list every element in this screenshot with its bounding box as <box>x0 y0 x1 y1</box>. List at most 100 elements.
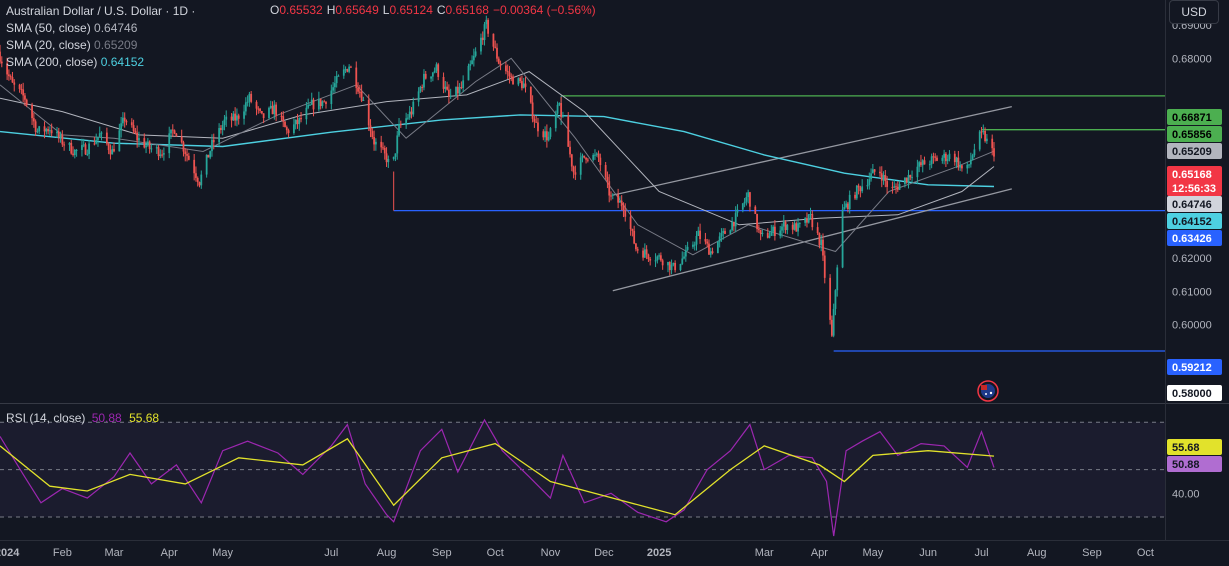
candle-body <box>32 118 35 122</box>
candle-body <box>59 134 62 138</box>
price-axis[interactable]: 0.690000.680000.620000.610000.6000040.00 <box>1172 20 1212 500</box>
candle-body <box>38 126 41 132</box>
candle-body <box>971 155 974 160</box>
candle-body <box>273 104 276 115</box>
candle-body <box>692 244 694 247</box>
candle-body <box>822 239 824 256</box>
candle-body <box>554 113 557 129</box>
candle-body <box>991 138 994 149</box>
candle-body <box>772 226 775 232</box>
candle-body <box>387 158 390 163</box>
indicator-legend[interactable]: SMA (50, close) 0.64746 SMA (20, close) 0… <box>6 20 144 71</box>
ohlc-value: −0.00364 (−0.56%) <box>492 3 596 17</box>
time-axis[interactable]: 2024 Feb Mar Apr May Jul Aug Sep Oct Nov Dec 2025 Ma… <box>0 547 1154 559</box>
candle-body <box>494 46 497 48</box>
candle-body <box>886 181 889 187</box>
candle-body <box>48 130 51 132</box>
candle-body <box>647 254 650 260</box>
candle-body <box>496 47 498 59</box>
candle-body <box>649 259 652 261</box>
candle-body <box>729 230 732 234</box>
price-tick-label: 0.62000 <box>1172 253 1212 265</box>
candle-body <box>829 277 832 320</box>
candle-body <box>759 229 762 235</box>
candle-body <box>150 148 153 150</box>
candle-body <box>695 236 698 245</box>
candle-body <box>405 118 408 126</box>
candle-body <box>447 89 450 97</box>
candle-body <box>873 169 876 172</box>
candle-body <box>100 132 103 134</box>
candle-body <box>522 83 525 89</box>
candle-body <box>196 177 199 183</box>
candle-body <box>120 123 123 131</box>
candle-body <box>497 58 500 64</box>
indicator-legend-row[interactable]: SMA (20, close) 0.65209 <box>6 37 144 54</box>
candle-body <box>969 159 972 165</box>
candle-body <box>642 250 644 258</box>
candle-body <box>659 255 662 261</box>
candle-body <box>834 290 837 309</box>
symbol-legend[interactable]: Australian Dollar / U.S. Dollar · 1D · <box>6 3 265 20</box>
candle-body <box>859 187 862 192</box>
candle-body <box>661 260 664 266</box>
candle-body <box>879 171 881 174</box>
candle-body <box>806 218 808 223</box>
candle-body <box>57 131 60 138</box>
candle-body <box>770 231 773 236</box>
candle-body <box>433 70 436 73</box>
candle-body <box>968 164 970 166</box>
candle-body <box>483 24 486 41</box>
currency-button[interactable]: USD <box>1169 0 1219 24</box>
candle-body <box>517 78 520 85</box>
indicator-legend-row[interactable]: SMA (50, close) 0.64746 <box>6 20 144 37</box>
candle-body <box>371 131 374 138</box>
indicator-legend-row[interactable]: SMA (200, close) 0.64152 <box>6 54 144 71</box>
candle-body <box>449 95 452 97</box>
candle-body <box>545 131 548 141</box>
australia-flag-icon[interactable] <box>977 380 999 402</box>
candle-body <box>348 66 351 72</box>
candle-body <box>323 101 326 103</box>
candle-body <box>9 76 12 78</box>
candle-body <box>134 131 137 133</box>
candle-body <box>768 235 771 238</box>
candle-body <box>674 262 677 271</box>
candle-body <box>920 162 922 166</box>
candle-body <box>636 249 639 251</box>
time-tick-label: Dec <box>594 547 614 559</box>
candle-body <box>369 125 372 132</box>
candle-body <box>818 233 821 246</box>
candle-body <box>362 99 365 101</box>
candle-body <box>845 203 848 208</box>
candle-body <box>884 175 887 182</box>
candle-body <box>581 155 584 158</box>
candle-body <box>836 267 839 291</box>
candle-body <box>610 195 612 197</box>
candle-body <box>508 72 511 77</box>
candle-body <box>296 119 299 125</box>
ohlc-value: 0.65168 <box>445 3 489 17</box>
candle-body <box>911 177 913 179</box>
candle-body <box>385 153 388 163</box>
rsi-legend[interactable]: RSI (14, close) 50.88 55.68 <box>6 410 159 427</box>
interval-redacted <box>198 4 265 15</box>
candle-body <box>980 131 983 133</box>
candle-body <box>993 148 995 157</box>
candle-body <box>832 308 835 336</box>
candle-body <box>547 136 550 141</box>
candle-body <box>562 115 564 117</box>
rsi-value-tag-text: 50.88 <box>1172 459 1200 471</box>
candle-body <box>955 157 958 163</box>
candle-body <box>186 154 188 156</box>
candle-body <box>446 86 449 90</box>
candle-body <box>105 132 108 144</box>
candle-body <box>437 64 440 77</box>
price-chart[interactable]: 0.690000.680000.620000.610000.6000040.00… <box>0 0 1229 566</box>
candle-body <box>608 181 611 196</box>
candle-body <box>312 99 315 110</box>
candle-body <box>146 141 149 146</box>
candle-body <box>221 124 224 130</box>
candle-body <box>480 37 482 52</box>
candle-body <box>435 64 438 71</box>
